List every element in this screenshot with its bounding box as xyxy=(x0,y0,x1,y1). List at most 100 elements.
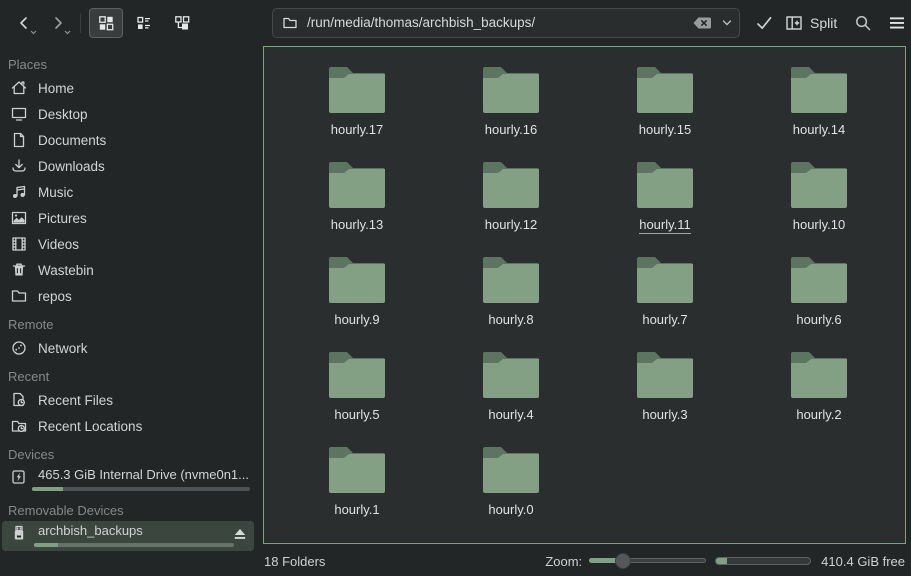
recent-locations-icon xyxy=(10,417,28,435)
back-history-caret-icon xyxy=(30,30,37,35)
documents-icon xyxy=(10,131,28,149)
sidebar-item-pictures[interactable]: Pictures xyxy=(0,205,256,231)
status-bar: 18 Folders Zoom: 410.4 GiB free xyxy=(256,546,911,576)
places-panel: PlacesHomeDesktopDocumentsDownloadsMusic… xyxy=(0,45,256,576)
sidebar-item-desktop[interactable]: Desktop xyxy=(0,101,256,127)
location-bar[interactable]: /run/media/thomas/archbish_backups/ xyxy=(272,8,740,38)
folder-label: hourly.3 xyxy=(642,407,687,422)
folder-label: hourly.14 xyxy=(793,122,846,137)
forward-button[interactable] xyxy=(44,9,72,37)
folder-label: hourly.13 xyxy=(331,217,384,232)
folder-icon xyxy=(480,158,542,210)
folder-label: hourly.4 xyxy=(488,407,533,422)
folder-item-hourly-3[interactable]: hourly.3 xyxy=(588,348,742,443)
folder-icon xyxy=(480,443,542,495)
sidebar-item-label: Recent Locations xyxy=(38,419,142,434)
sidebar-item-label: Music xyxy=(38,185,73,200)
folder-view[interactable]: hourly.17 hourly.16 hourly.15 hourly.14 … xyxy=(263,46,906,544)
section-header-recent: Recent xyxy=(0,367,256,387)
checkmark-button[interactable] xyxy=(754,13,774,33)
view-details-button[interactable] xyxy=(127,8,161,38)
sidebar-item-music[interactable]: Music xyxy=(0,179,256,205)
folder-label: hourly.2 xyxy=(796,407,841,422)
search-button[interactable] xyxy=(853,13,873,33)
sidebar-item-recent-files[interactable]: Recent Files xyxy=(0,387,256,413)
network-icon xyxy=(10,339,28,357)
zoom-slider-handle[interactable] xyxy=(615,553,631,569)
folder-label: hourly.6 xyxy=(796,312,841,327)
folder-label: hourly.1 xyxy=(334,502,379,517)
folder-item-hourly-7[interactable]: hourly.7 xyxy=(588,253,742,348)
folder-label: hourly.11 xyxy=(639,217,691,234)
folder-label: hourly.8 xyxy=(488,312,533,327)
folder-item-hourly-13[interactable]: hourly.13 xyxy=(280,158,434,253)
sidebar-item-label: repos xyxy=(38,289,72,304)
sidebar-item-recent-locations[interactable]: Recent Locations xyxy=(0,413,256,439)
sidebar-item-label: Pictures xyxy=(38,211,87,226)
folder-item-hourly-0[interactable]: hourly.0 xyxy=(434,443,588,538)
folder-item-hourly-14[interactable]: hourly.14 xyxy=(742,63,896,158)
folder-item-hourly-1[interactable]: hourly.1 xyxy=(280,443,434,538)
folder-icon xyxy=(326,348,388,400)
sidebar-item-archbish-backups[interactable]: archbish_backups xyxy=(2,521,254,551)
clear-location-button[interactable] xyxy=(691,15,713,31)
disk-usage-fill xyxy=(32,487,63,491)
menu-button[interactable] xyxy=(887,13,907,33)
folder-label: hourly.0 xyxy=(488,502,533,517)
folder-item-hourly-2[interactable]: hourly.2 xyxy=(742,348,896,443)
folder-item-hourly-6[interactable]: hourly.6 xyxy=(742,253,896,348)
music-icon xyxy=(10,183,28,201)
location-path: /run/media/thomas/archbish_backups/ xyxy=(307,15,691,30)
folder-icon xyxy=(788,63,850,115)
sidebar-item-documents[interactable]: Documents xyxy=(0,127,256,153)
sidebar-item-465-3-gib-internal-drive-nvme0n1[interactable]: 465.3 GiB Internal Drive (nvme0n1... xyxy=(0,465,256,495)
back-button[interactable] xyxy=(10,9,38,37)
sidebar-item-home[interactable]: Home xyxy=(0,75,256,101)
zoom-label: Zoom: xyxy=(545,554,582,569)
folder-label: hourly.5 xyxy=(334,407,379,422)
folder-item-hourly-9[interactable]: hourly.9 xyxy=(280,253,434,348)
sidebar-item-label: archbish_backups xyxy=(38,523,143,538)
folder-item-hourly-15[interactable]: hourly.15 xyxy=(588,63,742,158)
view-tree-button[interactable] xyxy=(165,8,199,38)
sidebar-item-downloads[interactable]: Downloads xyxy=(0,153,256,179)
pictures-icon xyxy=(10,209,28,227)
sidebar-item-label: Videos xyxy=(38,237,79,252)
folder-item-hourly-12[interactable]: hourly.12 xyxy=(434,158,588,253)
section-header-removable-devices: Removable Devices xyxy=(0,501,256,521)
folder-item-hourly-8[interactable]: hourly.8 xyxy=(434,253,588,348)
eject-button[interactable] xyxy=(232,526,248,542)
folder-icon xyxy=(788,348,850,400)
split-button[interactable]: Split xyxy=(784,13,837,33)
location-dropdown-button[interactable] xyxy=(721,17,733,29)
zoom-slider[interactable] xyxy=(589,552,706,570)
sidebar-item-repos[interactable]: repos xyxy=(0,283,256,309)
forward-history-caret-icon xyxy=(64,30,71,35)
sidebar-item-label: 465.3 GiB Internal Drive (nvme0n1... xyxy=(38,467,249,482)
icons-view-icon xyxy=(97,14,115,32)
toolbar: /run/media/thomas/archbish_backups/ Spli… xyxy=(0,0,911,45)
sidebar-item-label: Recent Files xyxy=(38,393,113,408)
folder-item-hourly-17[interactable]: hourly.17 xyxy=(280,63,434,158)
zoom-control: Zoom: 410.4 GiB free xyxy=(545,552,905,570)
sidebar-item-label: Documents xyxy=(38,133,106,148)
folder-label: hourly.9 xyxy=(334,312,379,327)
folder-item-hourly-11[interactable]: hourly.11 xyxy=(588,158,742,253)
view-icons-button[interactable] xyxy=(89,8,123,38)
folder-icon xyxy=(634,158,696,210)
sidebar-item-network[interactable]: Network xyxy=(0,335,256,361)
folder-icon xyxy=(634,63,696,115)
folder-icon xyxy=(788,253,850,305)
folder-item-hourly-4[interactable]: hourly.4 xyxy=(434,348,588,443)
folder-icon xyxy=(788,158,850,210)
folder-grid: hourly.17 hourly.16 hourly.15 hourly.14 … xyxy=(264,47,905,538)
details-view-icon xyxy=(135,14,153,32)
folder-item-hourly-10[interactable]: hourly.10 xyxy=(742,158,896,253)
folder-icon xyxy=(326,253,388,305)
folder-item-hourly-16[interactable]: hourly.16 xyxy=(434,63,588,158)
sidebar-item-wastebin[interactable]: Wastebin xyxy=(0,257,256,283)
folder-item-hourly-5[interactable]: hourly.5 xyxy=(280,348,434,443)
sidebar-item-videos[interactable]: Videos xyxy=(0,231,256,257)
recent-files-icon xyxy=(10,391,28,409)
folder-icon xyxy=(326,63,388,115)
